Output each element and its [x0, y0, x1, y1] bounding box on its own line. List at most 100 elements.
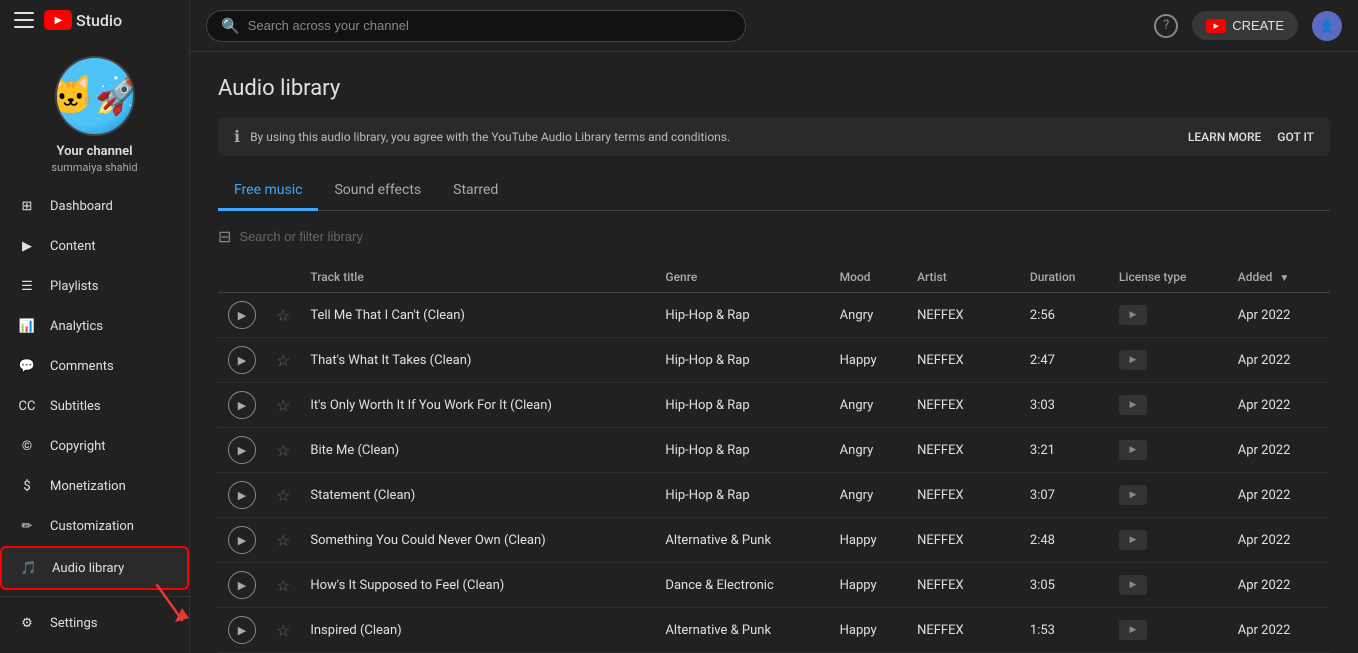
table-row: ▶ ☆ That's What It Takes (Clean) Hip-Hop… — [218, 338, 1330, 383]
sidebar-item-subtitles[interactable]: CC Subtitles — [0, 386, 189, 426]
license-icon[interactable]: ▶ — [1119, 530, 1147, 550]
duration-cell: 2:48 — [1020, 518, 1109, 563]
table-row: ▶ ☆ Tell Me That I Can't (Clean) Hip-Hop… — [218, 293, 1330, 338]
tab-sound-effects[interactable]: Sound effects — [318, 172, 437, 211]
search-input[interactable] — [248, 18, 731, 33]
play-button[interactable]: ▶ — [228, 346, 256, 374]
star-cell: ☆ — [266, 473, 300, 518]
play-cell: ▶ — [218, 383, 266, 428]
mood-cell: Happy — [830, 608, 907, 653]
topbar-right: ? CREATE 👤 — [1154, 11, 1342, 41]
sidebar-header: Studio — [0, 0, 189, 40]
mood-cell: Angry — [830, 383, 907, 428]
monetization-icon: $ — [16, 475, 38, 497]
help-icon[interactable]: ? — [1154, 14, 1178, 38]
sidebar-item-comments[interactable]: 💬 Comments — [0, 346, 189, 386]
tracks-table: Track title Genre Mood Artist Duration L… — [218, 262, 1330, 653]
star-button[interactable]: ☆ — [276, 576, 290, 595]
license-cell: ▶ — [1109, 338, 1228, 383]
info-bar-right: LEARN MORE GOT IT — [1188, 130, 1314, 144]
play-cell: ▶ — [218, 428, 266, 473]
license-icon[interactable]: ▶ — [1119, 305, 1147, 325]
search-bar[interactable]: 🔍 — [206, 10, 746, 42]
channel-avatar[interactable]: 🐱‍🚀 — [55, 56, 135, 136]
play-cell: ▶ — [218, 338, 266, 383]
tab-free-music[interactable]: Free music — [218, 172, 318, 211]
added-cell: Apr 2022 — [1228, 383, 1330, 428]
star-cell: ☆ — [266, 293, 300, 338]
mood-cell: Angry — [830, 473, 907, 518]
genre-cell: Alternative & Punk — [655, 608, 829, 653]
table-row: ▶ ☆ Bite Me (Clean) Hip-Hop & Rap Angry … — [218, 428, 1330, 473]
tab-starred[interactable]: Starred — [437, 172, 514, 211]
search-icon: 🔍 — [221, 17, 240, 35]
col-play — [218, 262, 266, 293]
license-icon[interactable]: ▶ — [1119, 395, 1147, 415]
track-title-cell: That's What It Takes (Clean) — [300, 338, 655, 383]
col-genre: Genre — [655, 262, 829, 293]
play-cell: ▶ — [218, 608, 266, 653]
tracks-tbody: ▶ ☆ Tell Me That I Can't (Clean) Hip-Hop… — [218, 293, 1330, 653]
play-button[interactable]: ▶ — [228, 301, 256, 329]
play-button[interactable]: ▶ — [228, 571, 256, 599]
col-mood: Mood — [830, 262, 907, 293]
sidebar-item-customization[interactable]: ✏ Customization — [0, 506, 189, 546]
star-button[interactable]: ☆ — [276, 306, 290, 325]
yt-logo[interactable]: Studio — [44, 10, 122, 30]
mood-cell: Angry — [830, 293, 907, 338]
sidebar-item-audio-library[interactable]: 🎵 Audio library — [0, 546, 189, 590]
license-icon[interactable]: ▶ — [1119, 575, 1147, 595]
added-cell: Apr 2022 — [1228, 428, 1330, 473]
duration-cell: 2:47 — [1020, 338, 1109, 383]
license-icon[interactable]: ▶ — [1119, 350, 1147, 370]
added-cell: Apr 2022 — [1228, 608, 1330, 653]
col-added[interactable]: Added ▼ — [1228, 262, 1330, 293]
table-row: ▶ ☆ It's Only Worth It If You Work For I… — [218, 383, 1330, 428]
star-button[interactable]: ☆ — [276, 531, 290, 550]
learn-more-link[interactable]: LEARN MORE — [1188, 130, 1261, 144]
star-cell: ☆ — [266, 518, 300, 563]
hamburger-menu-icon[interactable] — [14, 10, 34, 30]
play-button[interactable]: ▶ — [228, 391, 256, 419]
sidebar-item-send-feedback[interactable]: ⚑ Send feedback — [0, 643, 189, 653]
user-avatar[interactable]: 👤 — [1312, 11, 1342, 41]
sidebar-item-analytics[interactable]: 📊 Analytics — [0, 306, 189, 346]
sidebar: Studio 🐱‍🚀 Your channel summaiya shahid … — [0, 0, 190, 653]
track-title-cell: Tell Me That I Can't (Clean) — [300, 293, 655, 338]
license-icon[interactable]: ▶ — [1119, 485, 1147, 505]
star-button[interactable]: ☆ — [276, 621, 290, 640]
sidebar-item-copyright[interactable]: © Copyright — [0, 426, 189, 466]
star-button[interactable]: ☆ — [276, 351, 290, 370]
star-button[interactable]: ☆ — [276, 396, 290, 415]
filter-input[interactable] — [239, 229, 1330, 244]
table-row: ▶ ☆ Statement (Clean) Hip-Hop & Rap Angr… — [218, 473, 1330, 518]
copyright-icon: © — [16, 435, 38, 457]
license-icon[interactable]: ▶ — [1119, 440, 1147, 460]
play-button[interactable]: ▶ — [228, 481, 256, 509]
sidebar-item-playlists[interactable]: ☰ Playlists — [0, 266, 189, 306]
star-button[interactable]: ☆ — [276, 441, 290, 460]
sidebar-item-content[interactable]: ▶ Content — [0, 226, 189, 266]
play-button[interactable]: ▶ — [228, 616, 256, 644]
duration-cell: 1:53 — [1020, 608, 1109, 653]
duration-cell: 3:07 — [1020, 473, 1109, 518]
got-it-link[interactable]: GOT IT — [1277, 130, 1314, 144]
mood-cell: Happy — [830, 563, 907, 608]
play-button[interactable]: ▶ — [228, 436, 256, 464]
track-title-cell: Something You Could Never Own (Clean) — [300, 518, 655, 563]
sidebar-item-settings[interactable]: ⚙ Settings — [0, 603, 189, 643]
license-icon[interactable]: ▶ — [1119, 620, 1147, 640]
artist-cell: NEFFEX — [907, 293, 1020, 338]
star-button[interactable]: ☆ — [276, 486, 290, 505]
added-cell: Apr 2022 — [1228, 338, 1330, 383]
sidebar-item-monetization[interactable]: $ Monetization — [0, 466, 189, 506]
added-cell: Apr 2022 — [1228, 518, 1330, 563]
license-cell: ▶ — [1109, 563, 1228, 608]
table-container: Track title Genre Mood Artist Duration L… — [218, 262, 1330, 653]
col-star — [266, 262, 300, 293]
create-button[interactable]: CREATE — [1192, 11, 1298, 40]
track-title-cell: Inspired (Clean) — [300, 608, 655, 653]
license-cell: ▶ — [1109, 428, 1228, 473]
sidebar-item-dashboard[interactable]: ⊞ Dashboard — [0, 186, 189, 226]
play-button[interactable]: ▶ — [228, 526, 256, 554]
